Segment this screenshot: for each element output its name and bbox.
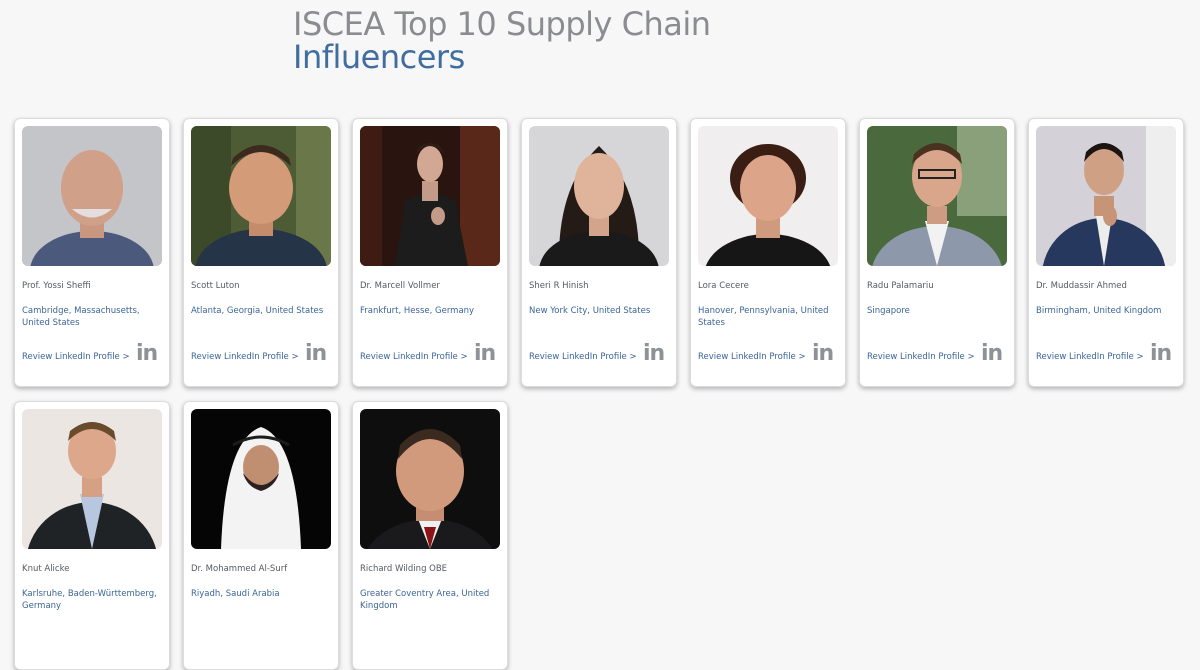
- review-linkedin-link[interactable]: Review LinkedIn Profile >: [698, 352, 806, 362]
- influencer-location: Greater Coventry Area, United Kingdom: [360, 589, 490, 611]
- influencer-card: Dr. Muddassir Ahmed Birmingham, United K…: [1028, 118, 1184, 387]
- influencer-location: New York City, United States: [529, 306, 651, 316]
- review-linkedin-link[interactable]: Review LinkedIn Profile >: [529, 352, 637, 362]
- influencer-card: Knut Alicke Karlsruhe, Baden-Württemberg…: [14, 401, 170, 670]
- influencer-card: Richard Wilding OBE Greater Coventry Are…: [352, 401, 508, 670]
- page-title-line2: Influencers: [293, 38, 465, 76]
- influencer-location: Cambridge, Massachusetts, United States: [22, 306, 140, 328]
- influencer-card: Prof. Yossi Sheffi Cambridge, Massachuse…: [14, 118, 170, 387]
- influencer-location: Singapore: [867, 306, 910, 316]
- linkedin-icon[interactable]: in: [474, 343, 496, 365]
- influencer-card: Radu Palamariu Singapore Review LinkedIn…: [859, 118, 1015, 387]
- profile-photo: [698, 126, 838, 266]
- influencer-name: Dr. Marcell Vollmer: [360, 281, 440, 291]
- influencer-name: Radu Palamariu: [867, 281, 934, 291]
- influencer-location: Atlanta, Georgia, United States: [191, 306, 324, 316]
- influencer-location: Hanover, Pennsylvania, United States: [698, 306, 829, 328]
- review-linkedin-link[interactable]: Review LinkedIn Profile >: [22, 352, 130, 362]
- review-linkedin-link[interactable]: Review LinkedIn Profile >: [360, 352, 468, 362]
- linkedin-icon[interactable]: in: [643, 343, 665, 365]
- influencer-location: Riyadh, Saudi Arabia: [191, 589, 280, 599]
- influencer-card: Lora Cecere Hanover, Pennsylvania, Unite…: [690, 118, 846, 387]
- influencer-name: Richard Wilding OBE: [360, 564, 448, 574]
- influencer-card: Sheri R Hinish New York City, United Sta…: [521, 118, 677, 387]
- influencer-name: Lora Cecere: [698, 281, 749, 291]
- profile-photo: [1036, 126, 1176, 266]
- profile-photo: [360, 126, 500, 266]
- review-linkedin-link[interactable]: Review LinkedIn Profile >: [1036, 352, 1144, 362]
- linkedin-icon[interactable]: in: [812, 343, 834, 365]
- influencer-card: Dr. Marcell Vollmer Frankfurt, Hesse, Ge…: [352, 118, 508, 387]
- page-title-line1: ISCEA Top 10 Supply Chain: [293, 5, 711, 43]
- profile-photo: [191, 126, 331, 266]
- influencer-name: Dr. Mohammed Al-Surf: [191, 564, 288, 574]
- profile-photo: [360, 409, 500, 549]
- linkedin-icon[interactable]: in: [305, 343, 327, 365]
- influencer-location: Frankfurt, Hesse, Germany: [360, 306, 475, 316]
- influencer-name: Sheri R Hinish: [529, 281, 589, 291]
- influencer-location: Birmingham, United Kingdom: [1036, 306, 1162, 316]
- profile-photo: [529, 126, 669, 266]
- influencer-name: Knut Alicke: [22, 564, 70, 574]
- profile-photo: [867, 126, 1007, 266]
- profile-photo: [191, 409, 331, 549]
- profile-photo: [22, 126, 162, 266]
- review-linkedin-link[interactable]: Review LinkedIn Profile >: [867, 352, 975, 362]
- influencer-card: Dr. Mohammed Al-Surf Riyadh, Saudi Arabi…: [183, 401, 339, 670]
- linkedin-icon[interactable]: in: [136, 343, 158, 365]
- profile-photo: [22, 409, 162, 549]
- linkedin-icon[interactable]: in: [1150, 343, 1172, 365]
- influencer-name: Prof. Yossi Sheffi: [22, 281, 91, 291]
- influencer-location: Karlsruhe, Baden-Württemberg, Germany: [22, 589, 157, 611]
- linkedin-icon[interactable]: in: [981, 343, 1003, 365]
- influencer-name: Dr. Muddassir Ahmed: [1036, 281, 1127, 291]
- review-linkedin-link[interactable]: Review LinkedIn Profile >: [191, 352, 299, 362]
- influencer-name: Scott Luton: [191, 281, 240, 291]
- influencer-card: Scott Luton Atlanta, Georgia, United Sta…: [183, 118, 339, 387]
- page-title: ISCEA Top 10 Supply Chain Influencers: [293, 8, 711, 74]
